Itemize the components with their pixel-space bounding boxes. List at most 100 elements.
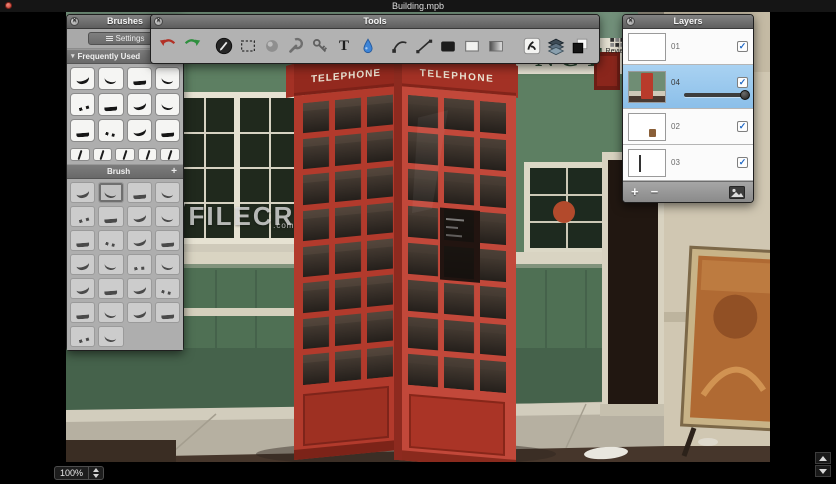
brush-thumbnail[interactable] <box>70 93 96 116</box>
brush-thumbnail[interactable] <box>154 67 180 90</box>
layers-panel-titlebar[interactable]: Layers <box>623 15 753 29</box>
outline-shape-icon <box>465 40 479 52</box>
layer-label: 02 <box>671 122 680 131</box>
zoom-control[interactable]: 100% <box>54 466 105 480</box>
water-drop-tool-button[interactable] <box>357 34 379 58</box>
brush-thumbnail[interactable] <box>70 230 96 251</box>
close-tools-button[interactable] <box>154 17 163 26</box>
layer-visibility-checkbox[interactable] <box>737 121 748 132</box>
collapse-icon[interactable]: ▾ <box>71 50 75 63</box>
text-tool-button[interactable]: T <box>333 34 355 58</box>
color-swatch-button[interactable] <box>569 34 591 58</box>
brush-thumbnail[interactable] <box>70 278 96 299</box>
brush-thumbnail[interactable] <box>126 182 152 203</box>
zoom-increase-button[interactable] <box>93 468 100 472</box>
undo-button[interactable] <box>157 34 179 58</box>
brush-thumbnail[interactable] <box>70 302 96 323</box>
brush-section-label: Brush <box>107 167 131 176</box>
brush-thumbnail[interactable] <box>98 206 124 227</box>
brush-thumbnail[interactable] <box>126 278 152 299</box>
brush-thumbnail[interactable] <box>98 326 124 347</box>
layer-opacity-slider[interactable] <box>684 89 750 100</box>
brush-thumbnail[interactable] <box>98 230 124 251</box>
add-layer-button[interactable]: + <box>631 183 639 201</box>
filled-shape-tool-button[interactable] <box>437 34 459 58</box>
brush-thumbnail[interactable] <box>115 148 135 161</box>
close-brushes-button[interactable] <box>70 17 79 26</box>
brush-thumbnail[interactable] <box>70 326 96 347</box>
brush-thumbnail[interactable] <box>126 302 152 323</box>
zoom-decrease-button[interactable] <box>93 474 100 478</box>
outline-shape-tool-button[interactable] <box>461 34 483 58</box>
layer-visibility-checkbox[interactable] <box>737 76 748 88</box>
brush-thumbnail[interactable] <box>126 93 152 116</box>
curve-tool-button[interactable] <box>389 34 411 58</box>
brush-thumbnail[interactable] <box>70 206 96 227</box>
brush-thumbnail[interactable] <box>154 93 180 116</box>
brush-thumbnail[interactable] <box>126 206 152 227</box>
brush-thumbnail[interactable] <box>154 119 180 142</box>
brush-thumbnail[interactable] <box>154 302 180 323</box>
redo-button[interactable] <box>181 34 203 58</box>
gradient-shape-icon <box>489 41 503 52</box>
brush-thumbnail[interactable] <box>137 148 158 161</box>
layers-stack-button[interactable] <box>545 34 567 58</box>
layer-row-03[interactable]: 03 <box>623 145 753 181</box>
layer-label: 01 <box>671 42 680 51</box>
brush-thumbnail[interactable] <box>126 254 152 275</box>
brush-thumbnail[interactable] <box>98 119 124 142</box>
close-layers-button[interactable] <box>626 17 635 26</box>
layer-row-02[interactable]: 02 <box>623 109 753 145</box>
brush-thumbnail[interactable] <box>98 302 124 323</box>
brush-thumbnail[interactable] <box>126 119 152 142</box>
layer-label: 03 <box>671 158 680 167</box>
brush-thumbnail[interactable] <box>98 182 124 203</box>
brush-thumbnail[interactable] <box>70 119 96 142</box>
marquee-tool-button[interactable] <box>237 34 259 58</box>
window-titlebar[interactable]: Building.mpb <box>0 0 836 12</box>
smudge-tool-button[interactable] <box>261 34 283 58</box>
remove-layer-button[interactable]: − <box>651 183 659 201</box>
brush-thumbnail[interactable] <box>154 206 180 227</box>
key-tool-button[interactable] <box>309 34 331 58</box>
layer-row-04-selected[interactable]: 04 <box>623 65 753 109</box>
layer-visibility-checkbox[interactable] <box>737 41 748 52</box>
brush-thumbnail[interactable] <box>98 93 124 116</box>
brush-thumbnail[interactable] <box>126 67 152 90</box>
tools-panel-titlebar[interactable]: Tools <box>151 15 599 29</box>
scroll-down-button[interactable] <box>815 465 831 477</box>
layer-label: 04 <box>671 77 680 87</box>
curve-icon <box>392 41 407 53</box>
gradient-shape-tool-button[interactable] <box>485 34 507 58</box>
brush-thumbnail[interactable] <box>92 148 113 161</box>
right-window <box>524 162 610 254</box>
smudge-icon <box>266 40 278 52</box>
brush-thumbnail[interactable] <box>126 230 152 251</box>
brush-thumbnail[interactable] <box>70 254 96 275</box>
brush-thumbnail[interactable] <box>154 182 180 203</box>
slider-knob[interactable] <box>740 89 750 100</box>
layer-row-01[interactable]: 01 <box>623 29 753 65</box>
brush-thumbnail[interactable] <box>70 67 96 90</box>
brush-thumbnail[interactable] <box>98 278 124 299</box>
brush-thumbnail[interactable] <box>98 67 124 90</box>
settings-button-label: Settings <box>115 34 145 43</box>
layer-visibility-checkbox[interactable] <box>737 157 748 168</box>
brush-thumbnail[interactable] <box>160 148 180 161</box>
line-tool-button[interactable] <box>413 34 435 58</box>
brush-thumbnail[interactable] <box>154 230 180 251</box>
brush-thumbnail[interactable] <box>70 182 96 203</box>
brush-thumbnail[interactable] <box>154 254 180 275</box>
brush-thumbnail[interactable] <box>154 278 180 299</box>
figure-tool-button[interactable] <box>521 34 543 58</box>
frequently-used-grid <box>67 64 183 145</box>
zoom-value: 100% <box>60 468 84 478</box>
brush-thumbnail[interactable] <box>70 148 90 161</box>
brush-thumbnail[interactable] <box>98 254 124 275</box>
scroll-up-button[interactable] <box>815 452 831 464</box>
import-image-button[interactable] <box>729 185 745 199</box>
brush-section-header[interactable]: Brush + <box>67 164 183 179</box>
wrench-tool-button[interactable] <box>285 34 307 58</box>
brush-tool-button[interactable] <box>213 34 235 58</box>
add-brush-button[interactable]: + <box>169 165 179 178</box>
